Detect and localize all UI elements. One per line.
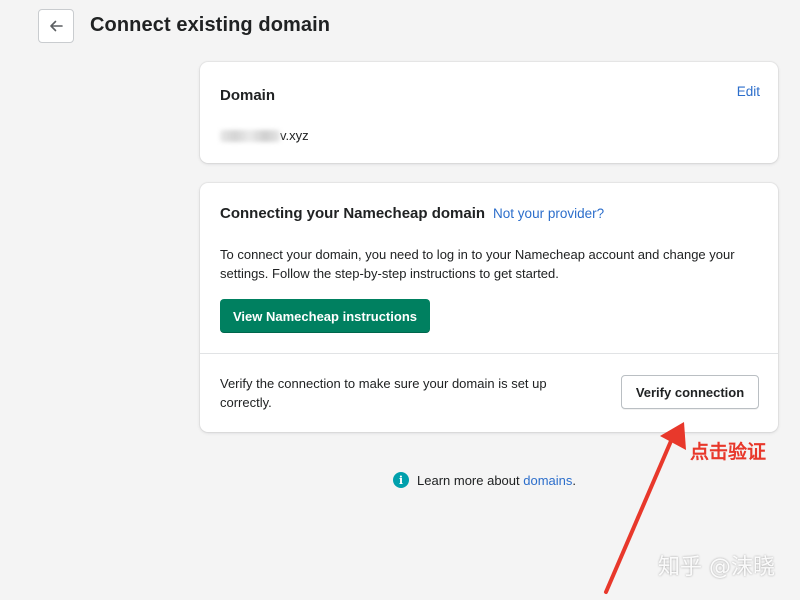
info-icon: i [393, 472, 409, 488]
watermark: 知乎 @沫晓 [658, 555, 775, 580]
learn-more-prefix: Learn more about [417, 472, 524, 488]
page-title: Connect existing domain [90, 14, 331, 36]
learn-more: i Learn more about domains. [393, 472, 576, 488]
divider [200, 353, 778, 354]
connect-heading-row: Connecting your Namecheap domain Not you… [220, 205, 604, 222]
domain-value: v.xyz [220, 128, 309, 143]
not-your-provider-link[interactable]: Not your provider? [493, 206, 604, 221]
verify-text: Verify the connection to make sure your … [220, 376, 547, 410]
view-instructions-button[interactable]: View Namecheap instructions [220, 299, 430, 333]
domain-heading: Domain [220, 87, 276, 104]
redacted-mask [220, 129, 280, 142]
learn-more-suffix: . [572, 472, 576, 488]
domains-link[interactable]: domains [523, 473, 572, 488]
instructions-text: To connect your domain, you need to log … [220, 247, 735, 281]
annotation-label: 点击验证 [690, 441, 767, 463]
connect-heading: Connecting your Namecheap domain [220, 205, 486, 222]
verify-connection-button[interactable]: Verify connection [621, 375, 759, 409]
domain-card: Domain Edit v.xyz [200, 62, 778, 163]
learn-more-text: Learn more about domains. [417, 473, 576, 488]
arrow-left-icon [50, 20, 63, 32]
connect-card: Connecting your Namecheap domain Not you… [200, 183, 778, 432]
back-button[interactable] [38, 9, 74, 43]
domain-suffix: v.xyz [280, 128, 309, 143]
edit-link[interactable]: Edit [737, 84, 760, 99]
